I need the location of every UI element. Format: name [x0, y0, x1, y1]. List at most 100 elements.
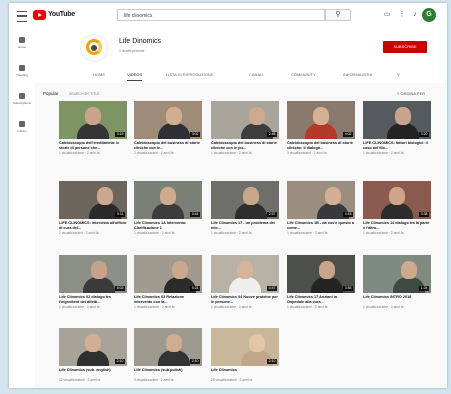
library-icon: [19, 121, 25, 127]
search-input[interactable]: life clinomics: [117, 9, 325, 21]
video-thumbnail[interactable]: 3:38: [363, 181, 431, 219]
top-bar: YouTube life clinomics ⚲ ▭ ⋮ ♪ G: [9, 3, 447, 29]
video-card[interactable]: 3:02 Caleidoscopio del business di storie…: [134, 101, 202, 156]
video-card[interactable]: 4:47 Life Clinomics 04 Nuove proteine per…: [211, 255, 279, 310]
video-card[interactable]: 4:02 Caleidoscopio del business di storie…: [287, 101, 355, 156]
video-camera-icon[interactable]: ▭: [383, 11, 391, 19]
video-thumbnail[interactable]: 2:45: [211, 101, 279, 139]
video-thumbnail[interactable]: 4:02: [287, 101, 355, 139]
video-title[interactable]: LIFE CLINOMICS: fattori biologici: il ca…: [363, 141, 431, 151]
video-card[interactable]: 3:38 Life Clinomics 14 dialogo tra la par…: [363, 181, 431, 236]
tab-community[interactable]: COMMUNITY: [291, 72, 316, 77]
sidebar-item-library[interactable]: Library: [9, 121, 35, 133]
logo-text[interactable]: YouTube: [48, 11, 75, 18]
sort-button[interactable]: ≡ ORDINA PER: [397, 91, 425, 96]
video-card[interactable]: 3:44 Life Clinomics 1A Intervento: Clarif…: [134, 181, 202, 236]
video-title[interactable]: Caleidoscopio del business di storie cli…: [287, 141, 355, 151]
video-title[interactable]: Life Clinomics INTRO 2018: [363, 295, 431, 305]
video-thumbnail[interactable]: 3:02: [134, 101, 202, 139]
video-card[interactable]: 5:11 LIFE CLINOMICS: intervista all'uffic…: [59, 181, 127, 236]
video-title[interactable]: Life Clinomics 1B - da cos'è questo a co…: [287, 221, 355, 231]
video-thumbnail[interactable]: 1:24: [363, 255, 431, 293]
tab-about[interactable]: INFORMAZIONI: [343, 72, 372, 77]
sidebar-item-trending[interactable]: Trending: [9, 65, 35, 77]
channel-tabs: HOME VIDEOS LISTA DI RIPRODUZIONE CANALI…: [35, 68, 447, 83]
video-thumbnail[interactable]: 3:55: [287, 255, 355, 293]
tab-playlists[interactable]: LISTA DI RIPRODUZIONE: [166, 72, 214, 77]
video-card[interactable]: 5:21 Life Clinomics 03 Relazione interven…: [134, 255, 202, 310]
youtube-logo-icon[interactable]: [33, 10, 46, 20]
video-card[interactable]: 3:19 Caleidoscopio dell'ereditarietà: le …: [59, 101, 127, 156]
video-thumbnail[interactable]: 2:10: [211, 328, 279, 366]
video-title[interactable]: Caleidoscopio del business di storie cli…: [211, 141, 279, 151]
channel-avatar[interactable]: [80, 34, 108, 62]
section-subtitle[interactable]: SEARCH BY TITLE: [69, 92, 100, 96]
video-card[interactable]: 3:55 Life Clinomics 17 Anziani in Ospedal…: [287, 255, 355, 310]
video-thumbnail[interactable]: 2:10: [134, 328, 202, 366]
video-thumbnail[interactable]: 3:44: [134, 181, 202, 219]
video-card[interactable]: 4:15 Life Clinomics 1B - da cos'è questo …: [287, 181, 355, 236]
sidebar-item-subscriptions[interactable]: Subscriptions: [9, 93, 35, 105]
avatar[interactable]: G: [422, 8, 436, 22]
person-head-shape: [243, 187, 259, 205]
video-card[interactable]: 2:10 Life Clinomics (sub. english) 12 visu…: [59, 328, 127, 383]
video-thumbnail[interactable]: 4:47: [211, 255, 279, 293]
person-head-shape: [166, 334, 182, 352]
video-thumbnail[interactable]: 4:15: [287, 181, 355, 219]
video-card[interactable]: 2:45 Caleidoscopio del business di storie…: [211, 101, 279, 156]
video-thumbnail[interactable]: 6:02: [59, 255, 127, 293]
search-icon[interactable]: ⚲: [325, 9, 351, 21]
video-title[interactable]: Life Clinomics 02 dialogo tra l'ingredie…: [59, 295, 127, 305]
video-thumbnail[interactable]: 2:10: [59, 328, 127, 366]
apps-grid-icon[interactable]: ⋮: [398, 11, 406, 19]
video-title[interactable]: Life Clinomics (sub. english): [59, 368, 127, 378]
video-title[interactable]: Life Clinomics 03 Relazione intervento c…: [134, 295, 202, 305]
video-title[interactable]: Life Clinomics 14 dialogo tra la parte e…: [363, 221, 431, 231]
video-meta: 2 visualizzazioni · 2 anni fa: [134, 151, 174, 155]
video-thumbnail[interactable]: 5:21: [134, 255, 202, 293]
video-meta: 3 visualizzazioni · 2 anni fa: [134, 378, 174, 382]
video-duration: 2:57: [267, 212, 277, 217]
sidebar: Home Trending Subscriptions Library: [9, 29, 35, 388]
video-card[interactable]: 3:20 LIFE CLINOMICS: fattori biologici: i…: [363, 101, 431, 156]
video-title[interactable]: Caleidoscopio del business di storie cli…: [134, 141, 202, 151]
search-icon[interactable]: ⚲: [397, 72, 400, 77]
video-duration: 1:24: [419, 286, 429, 291]
video-meta: 1 visualizzazione · 2 anni fa: [211, 231, 252, 235]
bell-icon[interactable]: ♪: [411, 11, 419, 19]
person-head-shape: [249, 334, 265, 352]
video-title[interactable]: LIFE CLINOMICS: intervista all'ufficio d…: [59, 221, 127, 231]
video-title[interactable]: Life Clinomics: [211, 368, 279, 378]
tab-videos[interactable]: VIDEOS: [127, 72, 143, 81]
person-head-shape: [160, 187, 176, 205]
video-duration: 5:21: [190, 286, 200, 291]
video-thumbnail[interactable]: 2:57: [211, 181, 279, 219]
video-title[interactable]: Life Clinomics 17 - un problema del mio.…: [211, 221, 279, 231]
video-card[interactable]: 2:57 Life Clinomics 17 - un problema del …: [211, 181, 279, 236]
video-card[interactable]: 2:10 Life Clinomics (sub.polish) 3 visuali…: [134, 328, 202, 383]
person-head-shape: [97, 187, 113, 205]
menu-icon[interactable]: [17, 11, 27, 22]
video-card[interactable]: 1:24 Life Clinomics INTRO 2018 1 visualizz…: [363, 255, 431, 310]
tab-channels[interactable]: CANALI: [249, 72, 263, 77]
video-duration: 4:47: [267, 286, 277, 291]
video-title[interactable]: Life Clinomics 1A Intervento: Clarificaz…: [134, 221, 202, 231]
video-card[interactable]: 2:10 Life Clinomics 28 visualizzazioni · 2…: [211, 328, 279, 383]
person-head-shape: [395, 107, 411, 125]
video-title[interactable]: Life Clinomics (sub.polish): [134, 368, 202, 378]
video-meta: 1 visualizzazione · 2 anni fa: [287, 305, 328, 309]
video-title[interactable]: Caleidoscopio dell'ereditarietà: le stor…: [59, 141, 127, 151]
video-title[interactable]: Life Clinomics 04 Nuove proteine per le …: [211, 295, 279, 305]
video-card[interactable]: 6:02 Life Clinomics 02 dialogo tra l'ingr…: [59, 255, 127, 310]
video-thumbnail[interactable]: 3:19: [59, 101, 127, 139]
channel-name: Life Dinomics: [119, 38, 162, 45]
video-title[interactable]: Life Clinomics 17 Anziani in Ospedale al…: [287, 295, 355, 305]
home-icon: [19, 37, 25, 43]
video-meta: 1 visualizzazione · 2 anni fa: [211, 151, 252, 155]
video-thumbnail[interactable]: 3:20: [363, 101, 431, 139]
subscribe-button[interactable]: SUBSCRIBE: [383, 41, 427, 53]
tab-home[interactable]: HOME: [93, 72, 105, 77]
video-thumbnail[interactable]: 5:11: [59, 181, 127, 219]
sidebar-item-home[interactable]: Home: [9, 37, 35, 49]
person-head-shape: [237, 261, 253, 279]
